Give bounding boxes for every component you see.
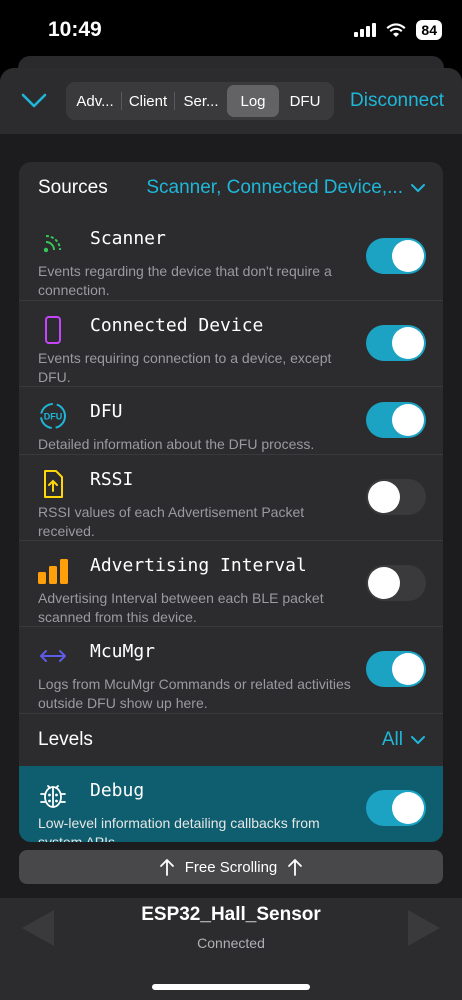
item-description: Advertising Interval between each BLE pa… [38, 590, 324, 625]
item-description: RSSI values of each Advertisement Packet… [38, 504, 305, 539]
tab-label: Adv... [76, 92, 114, 110]
level-item-debug: Debug Low-level information detailing ca… [19, 766, 443, 842]
source-item-advertising-interval: Advertising Interval Advertising Interva… [19, 540, 443, 626]
tab-dfu[interactable]: DFU [279, 85, 331, 117]
source-item-connected-device: Connected Device Events requiring connec… [19, 300, 443, 386]
item-title: McuMgr [90, 641, 156, 662]
source-item-rssi: RSSI RSSI values of each Advertisement P… [19, 454, 443, 540]
item-description: Logs from McuMgr Commands or related act… [38, 676, 351, 711]
svg-text:DFU: DFU [44, 412, 63, 422]
sources-label: Sources [38, 177, 108, 198]
source-item-dfu: DFU DFU Detailed information about the D… [19, 386, 443, 454]
next-arrow-icon[interactable] [406, 908, 442, 948]
tab-server[interactable]: Ser... [175, 85, 227, 117]
source-item-mcumgr: McuMgr Logs from McuMgr Commands or rela… [19, 626, 443, 712]
upload-doc-icon [44, 470, 63, 498]
item-description: Detailed information about the DFU proce… [38, 436, 315, 452]
item-description: Events requiring connection to a device,… [38, 350, 332, 385]
item-description: Low-level information detailing callback… [38, 815, 320, 842]
toggle-knob [368, 567, 400, 599]
toggle-knob [368, 481, 400, 513]
tab-label: DFU [289, 92, 321, 110]
free-scrolling-button[interactable]: Free Scrolling [19, 850, 443, 884]
free-scrolling-label: Free Scrolling [184, 858, 278, 876]
sources-value[interactable]: Scanner, Connected Device,... [146, 177, 425, 199]
disconnect-button[interactable]: Disconnect [350, 90, 444, 112]
tab-client[interactable]: Client [122, 85, 174, 117]
toggle-knob [392, 327, 424, 359]
levels-selected: All [381, 728, 403, 750]
toggle-knob [392, 792, 424, 824]
dfu-icon: DFU [40, 403, 66, 429]
wifi-icon [386, 22, 406, 37]
levels-row[interactable]: Levels All [19, 713, 443, 765]
toggle-knob [392, 653, 424, 685]
sources-selected: Scanner, Connected Device,... [146, 177, 403, 198]
dfu-toggle[interactable] [366, 402, 426, 438]
tab-log[interactable]: Log [227, 85, 279, 117]
tab-advertisement[interactable]: Adv... [69, 85, 121, 117]
arrows-icon [40, 650, 66, 662]
levels-value[interactable]: All [382, 729, 425, 751]
tab-label: Client [128, 92, 168, 110]
item-title: RSSI [90, 469, 134, 490]
chevron-down-icon [411, 735, 425, 744]
status-time: 10:49 [48, 18, 102, 41]
item-title: Connected Device [90, 315, 264, 336]
arrow-up-icon [288, 859, 303, 876]
chevron-down-icon [411, 184, 425, 193]
scanner-toggle[interactable] [366, 238, 426, 274]
item-title: DFU [90, 401, 123, 422]
advertising-interval-toggle[interactable] [366, 565, 426, 601]
item-description: Events regarding the device that don't r… [38, 263, 332, 298]
item-title: Advertising Interval [90, 555, 307, 576]
status-icons: 84 [354, 20, 442, 40]
connection-state: Connected [197, 935, 265, 951]
phone-icon [45, 316, 61, 344]
bars-icon [38, 559, 68, 584]
status-bar: 10:49 84 [0, 0, 462, 56]
toggle-knob [392, 240, 424, 272]
sources-row[interactable]: Sources Scanner, Connected Device,... [19, 162, 443, 214]
mcumgr-toggle[interactable] [366, 651, 426, 687]
device-name: ESP32_Hall_Sensor [141, 904, 321, 925]
bug-icon [40, 785, 66, 808]
debug-toggle[interactable] [366, 790, 426, 826]
arrow-up-icon [159, 859, 174, 876]
connected-device-toggle[interactable] [366, 325, 426, 361]
item-title: Scanner [90, 228, 166, 249]
log-settings-card: Sources Scanner, Connected Device,... Sc… [19, 162, 443, 842]
chevron-down-icon[interactable] [20, 86, 48, 114]
toggle-knob [392, 404, 424, 436]
levels-label: Levels [38, 728, 93, 750]
home-indicator [152, 984, 310, 990]
tab-segmented-control: Adv... Client Ser... Log DFU [66, 82, 334, 120]
tab-label: Log [240, 92, 266, 110]
navbar: Adv... Client Ser... Log DFU Disconnect [0, 68, 462, 134]
scanner-icon [43, 235, 61, 253]
source-item-scanner: Scanner Events regarding the device that… [19, 214, 443, 300]
item-title: Debug [90, 780, 145, 801]
tab-label: Ser... [183, 92, 219, 110]
signal-icon [354, 23, 377, 37]
rssi-toggle[interactable] [366, 479, 426, 515]
battery-indicator: 84 [416, 20, 442, 40]
